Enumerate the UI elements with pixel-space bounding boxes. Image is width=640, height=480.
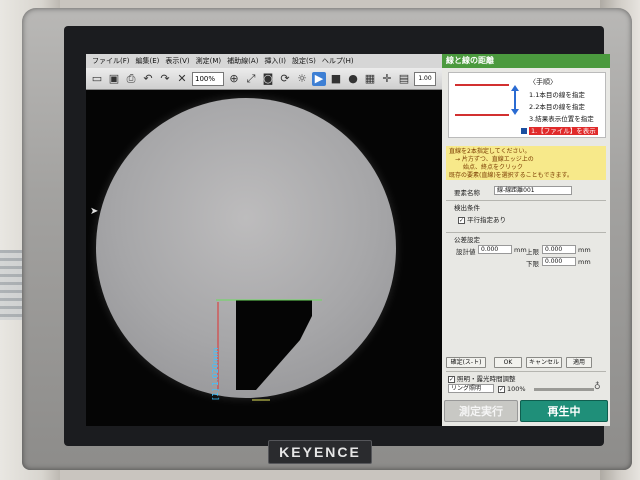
grid-icon[interactable]: ▦ [363, 72, 377, 86]
record-icon[interactable]: ● [346, 72, 360, 86]
screen: ファイル(F) 編集(E) 表示(V) 測定(M) 補助線(A) 挿入(I) 設… [86, 54, 610, 426]
open-folder-icon[interactable]: ▭ [90, 72, 104, 86]
menu-edit[interactable]: 編集(E) [136, 56, 160, 66]
menu-insert[interactable]: 挿入(I) [264, 56, 286, 66]
design-value-input[interactable]: 0.000 [478, 245, 512, 254]
procedure-header: 〈手順〉 [529, 78, 557, 86]
panel-title: 線と線の距離 [442, 54, 610, 68]
ring-light-select[interactable]: リング照明 [448, 384, 494, 393]
zoom-select[interactable]: 100% [192, 71, 224, 86]
illumination-label: 照明・露光時間調整 [457, 375, 516, 383]
element-name-input[interactable]: 線-線距離001 [494, 186, 572, 195]
procedure-step-1: 1.1本目の線を指定 [529, 91, 585, 99]
parallel-checkbox[interactable]: ✓ [458, 216, 465, 224]
camera-view[interactable]: [1] 1.020mm ➤ [86, 90, 442, 426]
menu-bar: ファイル(F) 編集(E) 表示(V) 測定(M) 補助線(A) 挿入(I) 設… [86, 54, 442, 68]
procedure-step-3: 3.結果表示位置を指定 [529, 115, 594, 123]
line-width-select[interactable]: 1.00 [414, 71, 436, 86]
zoom-icon[interactable]: ⊕ [227, 72, 241, 86]
ok-button[interactable]: OK [494, 357, 522, 368]
divider-1 [446, 200, 606, 201]
workpiece-shape [236, 300, 312, 390]
play-icon[interactable]: ▶ [312, 71, 326, 86]
illumination-checkbox[interactable]: ✓ [448, 375, 455, 383]
help-line-2: → 片方ずつ、直線エッジ上の [455, 156, 534, 163]
tolerance-label: 公差設定 [454, 236, 480, 244]
element-name-label: 要素名称 [454, 189, 480, 197]
fit-icon[interactable]: ⤢ [244, 72, 258, 86]
menu-settings[interactable]: 設定(S) [292, 56, 316, 66]
light-slider[interactable] [534, 388, 594, 391]
procedure-step-2: 2.2本目の線を指定 [529, 103, 585, 111]
redo-icon[interactable]: ↷ [158, 72, 172, 86]
menu-help[interactable]: ヘルプ(H) [322, 56, 354, 66]
light-percent-option: ✓ 100% [498, 385, 526, 393]
crosshair-icon[interactable]: ✛ [380, 72, 394, 86]
rotate-icon[interactable]: ⟳ [278, 72, 292, 86]
help-message: 直線を2本指定してください。 → 片方ずつ、直線エッジ上の 始点、終点をクリック… [446, 146, 606, 180]
toolbar: ▭ ▣ ⎙ ↶ ↷ ✕ 100% ⊕ ⤢ ◙ ⟳ ☼ ▶ ■ ● ▦ ✛ ▤ 1… [86, 68, 442, 90]
light-percent: 100% [507, 385, 526, 393]
mouse-cursor-icon: ➤ [90, 206, 98, 217]
measurement-panel: 線と線の距離 〈手順〉 1.1本目の線を指定 2.2本目の線を指定 3.結果表示… [442, 54, 610, 426]
brand-name: KEYENCE [268, 440, 372, 464]
line-distance-diagram-icon [455, 84, 519, 116]
camera-icon[interactable]: ◙ [261, 72, 275, 86]
illumination-option: ✓ 照明・露光時間調整 [448, 373, 516, 383]
upper-unit: mm [578, 246, 591, 254]
apply-button[interactable]: 適用 [566, 357, 592, 368]
measurement-overlay: [1] 1.020mm ➤ [90, 206, 322, 401]
print-icon[interactable]: ⎙ [124, 72, 138, 86]
light-percent-checkbox[interactable]: ✓ [498, 385, 505, 393]
procedure-box: 〈手順〉 1.1本目の線を指定 2.2本目の線を指定 3.結果表示位置を指定 1… [448, 72, 606, 138]
help-line-1: 直線を2本指定してください。 [449, 148, 531, 155]
lower-unit: mm [578, 258, 591, 266]
parallel-label: 平行指定あり [467, 216, 506, 224]
upper-limit-label: 上限 [526, 248, 539, 256]
parallel-option: ✓ 平行指定あり [458, 214, 506, 224]
confirm-button[interactable]: 確定(ス-ト) [446, 357, 486, 368]
playback-button[interactable]: 再生中 [520, 400, 608, 422]
active-step-label: 1.【ファイル】を表示 [529, 127, 598, 135]
distance-label: [1] 1.020mm [211, 347, 220, 400]
help-line-4: 既存の要素(直線)を選択することもできます。 [449, 172, 573, 179]
undo-icon[interactable]: ↶ [141, 72, 155, 86]
stop-icon[interactable]: ■ [329, 72, 343, 86]
layer-icon[interactable]: ▤ [397, 72, 411, 86]
design-unit: mm [514, 246, 527, 254]
menu-file[interactable]: ファイル(F) [92, 56, 130, 66]
delete-icon[interactable]: ✕ [175, 72, 189, 86]
measure-execute-button[interactable]: 測定実行 [444, 400, 518, 422]
divider-3 [446, 371, 606, 372]
bulb-icon: ♁ [594, 382, 601, 392]
cancel-button[interactable]: キャンセル [526, 357, 562, 368]
help-line-3: 始点、終点をクリック [463, 164, 524, 171]
detection-label: 検出条件 [454, 204, 480, 212]
light-icon[interactable]: ☼ [295, 72, 309, 86]
menu-measure[interactable]: 測定(M) [196, 56, 222, 66]
lower-limit-input[interactable]: 0.000 [542, 257, 576, 266]
lower-limit-label: 下限 [526, 260, 539, 268]
save-icon[interactable]: ▣ [107, 72, 121, 86]
procedure-step-4: 1.【ファイル】を表示 [521, 125, 598, 135]
step-pointer-icon [521, 128, 527, 134]
divider-2 [446, 232, 606, 233]
brand-logo: KEYENCE [0, 440, 640, 464]
menu-view[interactable]: 表示(V) [165, 56, 189, 66]
upper-limit-input[interactable]: 0.000 [542, 245, 576, 254]
menu-aux-line[interactable]: 補助線(A) [227, 56, 258, 66]
design-value-label: 設計値 [456, 248, 476, 256]
